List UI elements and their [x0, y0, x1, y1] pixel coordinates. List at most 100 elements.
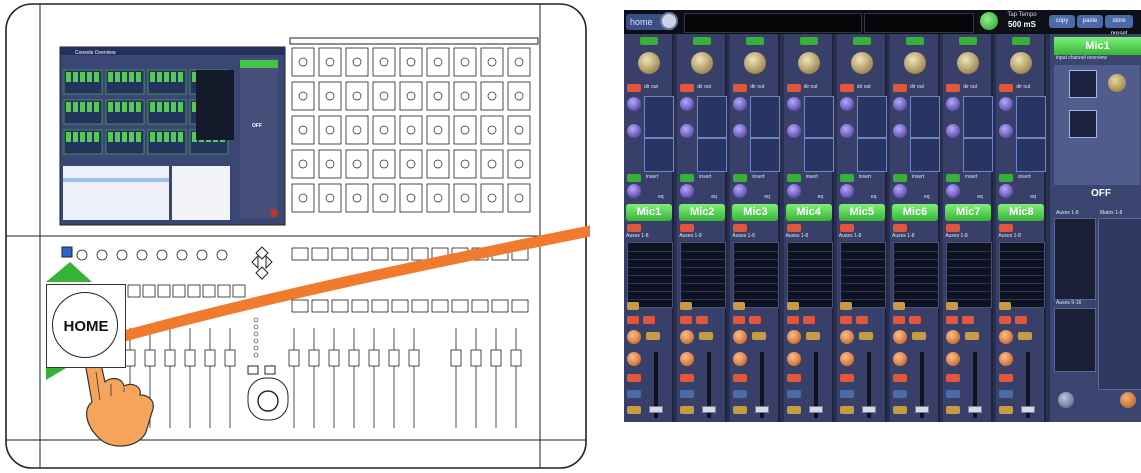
group-button[interactable]: [839, 406, 854, 414]
mute-main-button[interactable]: [680, 374, 695, 382]
dyn-graph[interactable]: [1016, 138, 1047, 172]
fader-cap[interactable]: [968, 406, 983, 413]
trim-knob[interactable]: [839, 352, 854, 366]
eq-knob[interactable]: [946, 124, 961, 138]
link-button[interactable]: [959, 37, 978, 45]
fader-cap[interactable]: [808, 406, 823, 413]
phase-button[interactable]: [999, 84, 1014, 92]
link-button[interactable]: [852, 37, 871, 45]
hpf-knob[interactable]: [786, 97, 801, 111]
overview-gain-knob[interactable]: [1108, 74, 1126, 92]
insert-knob[interactable]: [680, 184, 695, 198]
pan-knob[interactable]: [946, 330, 961, 344]
link-button[interactable]: [693, 37, 712, 45]
pan-knob[interactable]: [999, 330, 1014, 344]
insert-knob[interactable]: [733, 184, 748, 198]
group-button[interactable]: [733, 406, 748, 414]
assign-button[interactable]: [699, 332, 714, 340]
mute-main-button[interactable]: [839, 374, 854, 382]
aux-button[interactable]: [627, 302, 639, 310]
phase-button[interactable]: [893, 84, 907, 92]
phase-button[interactable]: [786, 84, 801, 92]
channel-name[interactable]: Mic3: [732, 204, 779, 221]
solo-button[interactable]: [643, 316, 655, 324]
channel-solo-button[interactable]: [680, 224, 695, 232]
gain-knob[interactable]: [638, 52, 660, 74]
insert-knob[interactable]: [627, 184, 641, 198]
eq-graph[interactable]: [963, 96, 994, 138]
link-button[interactable]: [906, 37, 924, 45]
group-button[interactable]: [786, 406, 801, 414]
eq-knob[interactable]: [786, 124, 801, 138]
channel-name[interactable]: Mic7: [945, 204, 992, 221]
assign-button[interactable]: [805, 332, 820, 340]
phase-button[interactable]: [946, 84, 961, 92]
select-button[interactable]: [946, 390, 961, 398]
eq-graph[interactable]: [910, 96, 940, 138]
dyn-graph[interactable]: [750, 138, 781, 172]
channel-name[interactable]: Mic5: [838, 204, 885, 221]
dyn-graph[interactable]: [644, 138, 674, 172]
eq-knob[interactable]: [627, 124, 641, 138]
eq-knob[interactable]: [839, 124, 854, 138]
dyn-graph[interactable]: [963, 138, 994, 172]
link-button[interactable]: [746, 37, 765, 45]
eq-knob[interactable]: [680, 124, 695, 138]
channel-name[interactable]: Mic8: [998, 204, 1045, 221]
pan-knob[interactable]: [893, 330, 907, 344]
trim-knob[interactable]: [999, 352, 1014, 366]
link-button[interactable]: [640, 37, 658, 45]
select-button[interactable]: [627, 390, 641, 398]
gain-knob[interactable]: [957, 52, 980, 74]
fader-cap[interactable]: [702, 406, 717, 413]
channel-solo-button[interactable]: [786, 224, 801, 232]
fader-cap[interactable]: [755, 406, 770, 413]
mute-main-button[interactable]: [946, 374, 961, 382]
insert-button[interactable]: [893, 174, 907, 182]
group-button[interactable]: [946, 406, 961, 414]
channel-name[interactable]: Mic6: [892, 204, 938, 221]
hpf-knob[interactable]: [999, 97, 1014, 111]
hpf-knob[interactable]: [680, 97, 695, 111]
mute-main-button[interactable]: [999, 374, 1014, 382]
phase-button[interactable]: [680, 84, 695, 92]
solo-button[interactable]: [855, 316, 868, 324]
gain-knob[interactable]: [691, 52, 714, 74]
mute-button[interactable]: [839, 316, 852, 324]
trim-knob[interactable]: [627, 352, 641, 366]
gain-knob[interactable]: [797, 52, 820, 74]
trim-knob[interactable]: [786, 352, 801, 366]
select-button[interactable]: [893, 390, 907, 398]
insert-knob[interactable]: [999, 184, 1014, 198]
aux-button[interactable]: [839, 302, 852, 310]
overview-knob-2[interactable]: [1120, 392, 1136, 408]
channel-solo-button[interactable]: [627, 224, 641, 232]
eq-graph[interactable]: [697, 96, 728, 138]
group-button[interactable]: [627, 406, 641, 414]
eq-knob[interactable]: [893, 124, 907, 138]
dyn-graph[interactable]: [856, 138, 887, 172]
pan-knob[interactable]: [627, 330, 641, 344]
overview-knob-1[interactable]: [1058, 392, 1074, 408]
assign-button[interactable]: [646, 332, 660, 340]
channel-name[interactable]: Mic2: [679, 204, 726, 221]
eq-graph[interactable]: [803, 96, 834, 138]
fader-cap[interactable]: [861, 406, 876, 413]
assign-button[interactable]: [912, 332, 926, 340]
mute-button[interactable]: [733, 316, 746, 324]
select-button[interactable]: [680, 390, 695, 398]
solo-button[interactable]: [1015, 316, 1028, 324]
mute-main-button[interactable]: [627, 374, 641, 382]
tap-tempo-led[interactable]: [980, 12, 998, 30]
trim-knob[interactable]: [893, 352, 907, 366]
mute-main-button[interactable]: [786, 374, 801, 382]
pan-knob[interactable]: [786, 330, 801, 344]
pan-knob[interactable]: [839, 330, 854, 344]
insert-knob[interactable]: [786, 184, 801, 198]
dyn-graph[interactable]: [910, 138, 940, 172]
solo-button[interactable]: [802, 316, 815, 324]
phase-button[interactable]: [839, 84, 854, 92]
copy-button[interactable]: copy: [1049, 15, 1075, 28]
paste-button[interactable]: paste: [1077, 15, 1103, 28]
channel-solo-button[interactable]: [839, 224, 854, 232]
